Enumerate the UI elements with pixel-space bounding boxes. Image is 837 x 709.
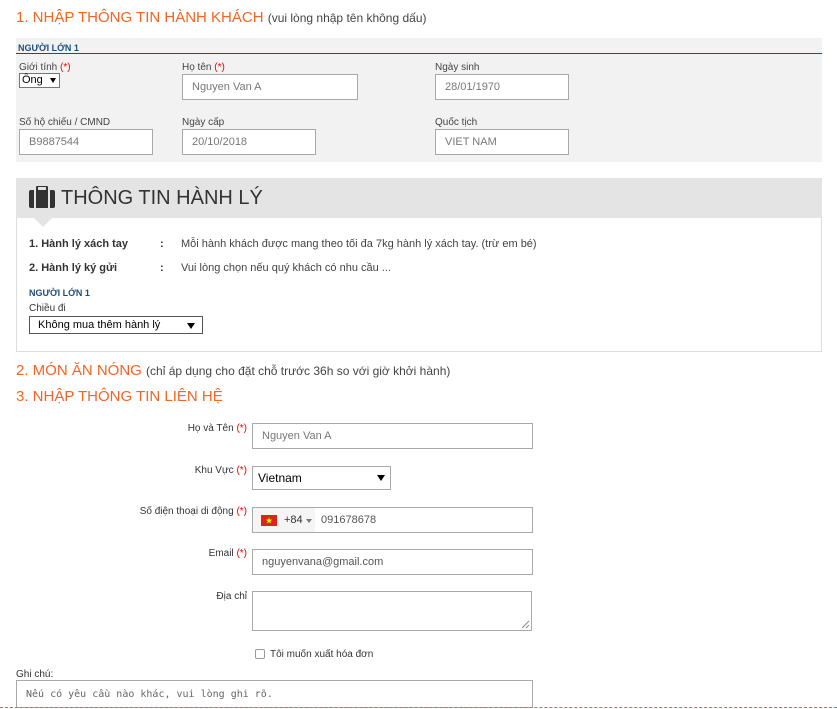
email-label: Email (*) [208, 548, 247, 559]
issue-date-input[interactable]: 20/10/2018 [182, 129, 316, 155]
note-label: Ghi chú: [16, 669, 54, 680]
chevron-down-icon [187, 323, 195, 329]
section-2-subtitle: (chỉ áp dụng cho đặt chỗ trước 36h so vớ… [146, 364, 451, 378]
section-1-title: 1. NHẬP THÔNG TIN HÀNH KHÁCH (vui lòng n… [16, 9, 427, 26]
section-1-title-text: 1. NHẬP THÔNG TIN HÀNH KHÁCH [16, 9, 264, 26]
fullname-label: Họ tên (*) [182, 62, 225, 73]
invoice-label: Tôi muốn xuất hóa đơn [270, 649, 374, 660]
carry-on-value: Mỗi hành khách được mang theo tối đa 7kg… [181, 238, 537, 250]
region-select[interactable]: Vietnam [252, 466, 391, 490]
chevron-down-icon [377, 475, 385, 481]
section-3-title: 3. NHẬP THÔNG TIN LIÊN HỆ [16, 388, 223, 405]
address-label: Địa chỉ [216, 591, 247, 602]
gender-label: Giới tính (*) [19, 62, 71, 73]
dial-code: +84 [284, 514, 303, 526]
suitcase-icon [29, 186, 55, 208]
chevron-down-icon [50, 78, 56, 83]
address-textarea[interactable] [252, 591, 532, 631]
region-label: Khu Vực (*) [194, 465, 247, 476]
baggage-title: THÔNG TIN HÀNH LÝ [61, 187, 263, 209]
fullname-input[interactable]: Nguyen Van A [182, 74, 358, 100]
gender-select-value: Ông [22, 74, 43, 86]
baggage-select-value: Không mua thêm hành lý [38, 319, 161, 331]
checked-baggage-colon: : [160, 262, 164, 274]
resize-handle-icon[interactable] [521, 620, 530, 629]
direction-label: Chiều đi [29, 303, 66, 314]
email-input[interactable]: nguyenvana@gmail.com [252, 549, 533, 575]
vietnam-flag-icon [261, 515, 277, 526]
section-1-subtitle: (vui lòng nhập tên không dấu) [267, 11, 427, 25]
contact-name-label: Họ và Tên (*) [187, 423, 247, 434]
carry-on-label: 1. Hành lý xách tay [29, 238, 129, 250]
dob-input[interactable]: 28/01/1970 [435, 74, 569, 100]
contact-name-input[interactable]: Nguyen Van A [252, 423, 533, 449]
passport-input[interactable]: B9887544 [19, 129, 153, 155]
baggage-header-notch [34, 218, 52, 227]
passport-label: Số hộ chiếu / CMND [19, 117, 111, 128]
baggage-select[interactable]: Không mua thêm hành lý [29, 316, 203, 334]
note-textarea[interactable]: Nếu có yêu cầu nào khác, vui lòng ghi rõ… [16, 680, 533, 708]
checked-baggage-label: 2. Hành lý ký gửi [29, 262, 118, 274]
phone-label: Số điện thoại di động (*) [139, 506, 247, 517]
nationality-label: Quốc tịch [435, 117, 478, 128]
phone-input[interactable]: +84 091678678 [252, 507, 533, 533]
baggage-pax-heading: NGƯỜI LỚN 1 [29, 288, 90, 298]
carry-on-colon: : [160, 238, 164, 250]
nationality-input[interactable]: VIET NAM [435, 129, 569, 155]
passenger-heading-divider [16, 53, 822, 54]
section-2-title: 2. MÓN ĂN NÓNG (chỉ áp dụng cho đặt chỗ … [16, 362, 450, 379]
gender-select[interactable]: Ông [19, 73, 60, 88]
chevron-down-icon [306, 519, 312, 523]
bottom-dashed-divider [0, 707, 837, 708]
passenger-heading: NGƯỜI LỚN 1 [18, 43, 79, 53]
section-2-title-text: 2. MÓN ĂN NÓNG [16, 362, 142, 379]
region-select-value: Vietnam [258, 471, 302, 485]
invoice-checkbox[interactable] [255, 649, 265, 659]
issue-date-label: Ngày cấp [182, 117, 225, 128]
dob-label: Ngày sinh [435, 62, 480, 73]
phone-number: 091678678 [321, 514, 377, 526]
checked-baggage-value: Vui lòng chọn nếu quý khách có nhu cầu .… [181, 262, 391, 274]
